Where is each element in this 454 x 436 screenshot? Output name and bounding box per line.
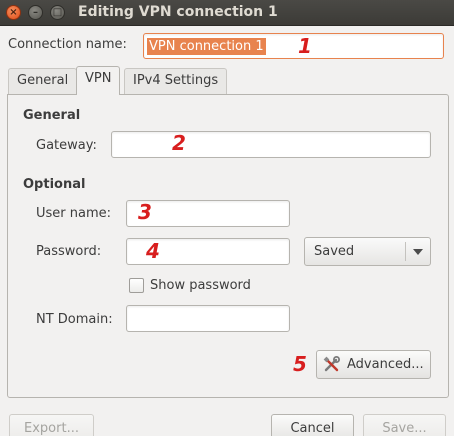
show-password-label[interactable]: Show password bbox=[150, 278, 251, 293]
connection-name-input[interactable]: VPN connection 1 bbox=[143, 33, 444, 59]
title-bar: × – □ Editing VPN connection 1 bbox=[0, 0, 454, 26]
optional-section-heading: Optional bbox=[23, 177, 86, 192]
password-storage-select[interactable]: Saved bbox=[304, 237, 431, 266]
username-label: User name: bbox=[36, 206, 112, 221]
gateway-label: Gateway: bbox=[36, 138, 97, 153]
close-window-icon[interactable]: × bbox=[6, 5, 21, 20]
connection-name-value: VPN connection 1 bbox=[147, 38, 266, 55]
tools-icon bbox=[323, 356, 340, 372]
cancel-button[interactable]: Cancel bbox=[271, 414, 354, 436]
maximize-window-icon[interactable]: □ bbox=[50, 5, 65, 20]
combo-separator bbox=[405, 242, 406, 261]
password-storage-value: Saved bbox=[314, 244, 355, 259]
export-button[interactable]: Export... bbox=[9, 414, 94, 436]
annotation-3: 3 bbox=[138, 200, 152, 224]
password-label: Password: bbox=[36, 244, 102, 259]
advanced-button[interactable]: Advanced... bbox=[316, 350, 431, 379]
connection-name-label: Connection name: bbox=[8, 37, 127, 52]
tab-general[interactable]: General bbox=[8, 68, 78, 94]
annotation-1: 1 bbox=[298, 34, 312, 58]
nt-domain-label: NT Domain: bbox=[36, 312, 113, 327]
save-button[interactable]: Save... bbox=[363, 414, 446, 436]
gateway-input[interactable] bbox=[111, 131, 431, 158]
advanced-button-label: Advanced... bbox=[347, 357, 424, 372]
minimize-window-icon[interactable]: – bbox=[28, 5, 43, 20]
nt-domain-input[interactable] bbox=[126, 305, 290, 332]
annotation-4: 4 bbox=[146, 239, 160, 263]
show-password-checkbox[interactable] bbox=[129, 278, 144, 293]
general-section-heading: General bbox=[23, 108, 81, 123]
tab-vpn[interactable]: VPN bbox=[76, 66, 121, 95]
window-title: Editing VPN connection 1 bbox=[78, 4, 278, 20]
tab-ipv4-settings[interactable]: IPv4 Settings bbox=[124, 68, 228, 94]
chevron-down-icon bbox=[413, 249, 423, 255]
annotation-2: 2 bbox=[172, 131, 186, 155]
annotation-5: 5 bbox=[293, 352, 307, 376]
